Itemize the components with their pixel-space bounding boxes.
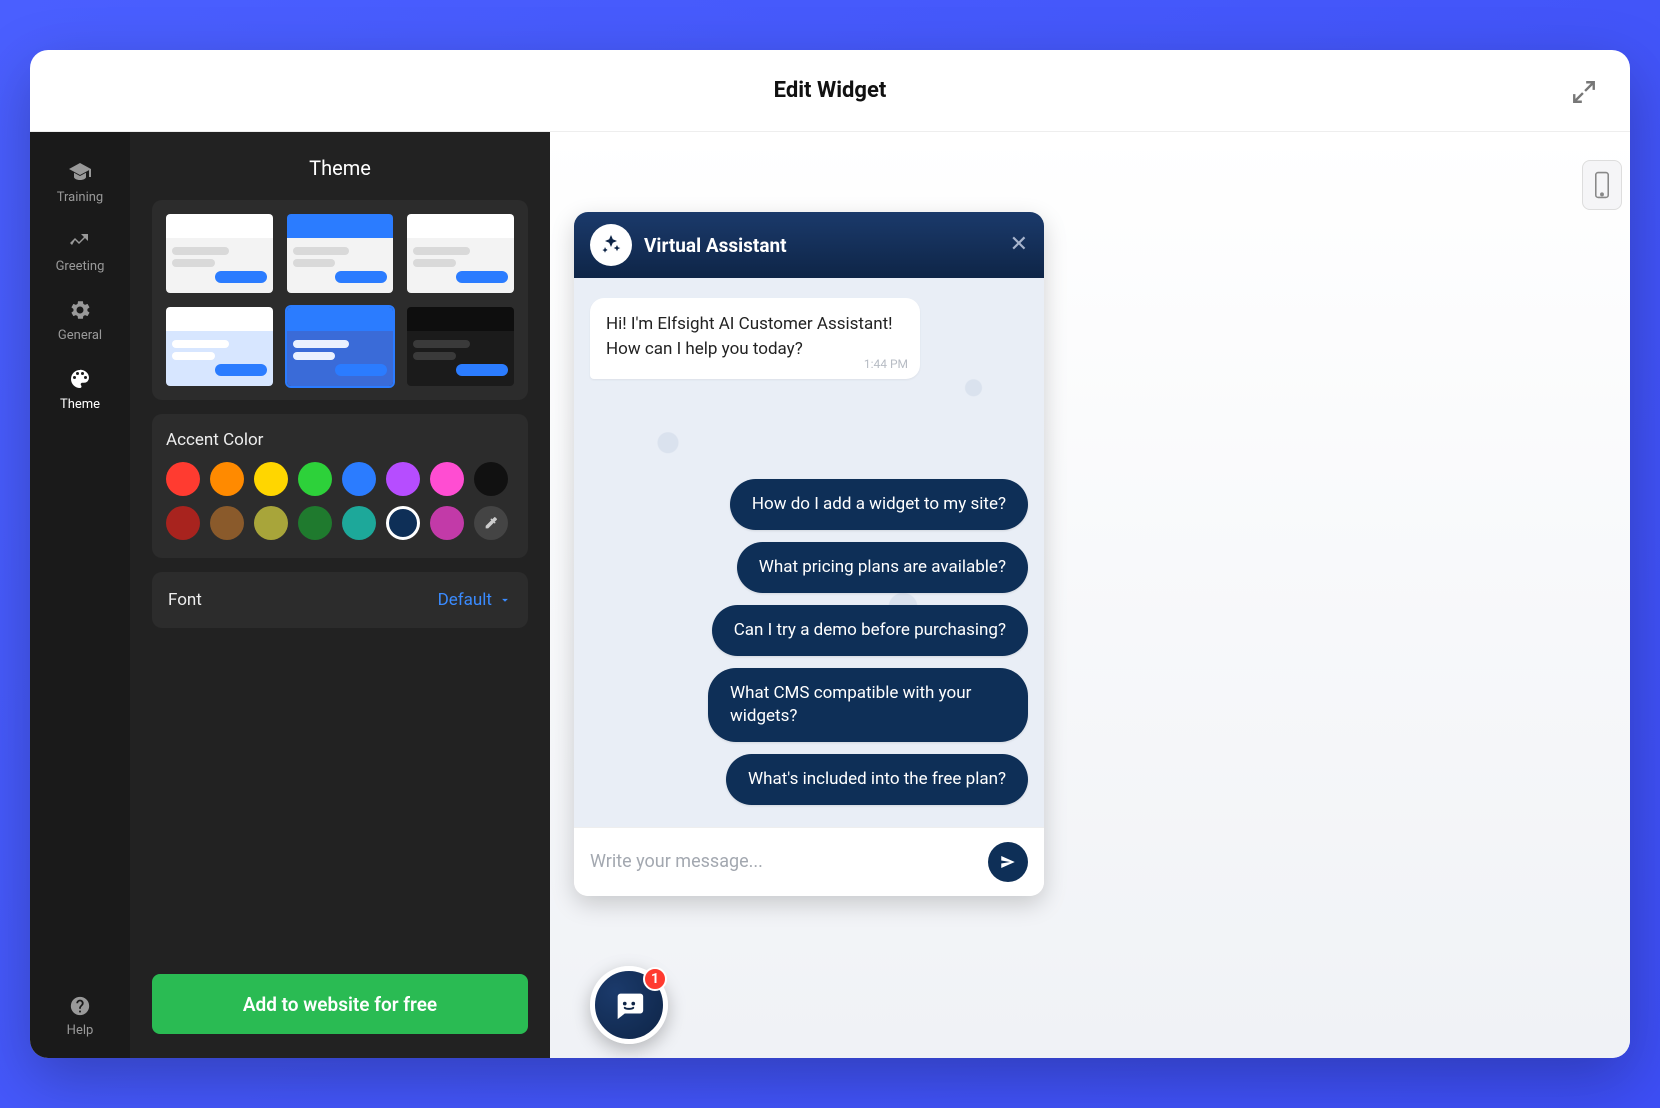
unread-badge: 1 <box>643 967 667 991</box>
font-select[interactable]: Font Default <box>152 572 528 628</box>
chat-widget: Virtual Assistant ✕ Hi! I'm Elfsight AI … <box>574 212 1044 896</box>
color-swatch[interactable] <box>210 506 244 540</box>
graduation-cap-icon <box>68 160 92 184</box>
font-label: Font <box>168 590 202 610</box>
send-button[interactable] <box>988 842 1028 882</box>
device-toggle[interactable] <box>1582 160 1622 210</box>
theme-panel-title: Theme <box>152 150 528 180</box>
color-swatch[interactable] <box>386 506 420 540</box>
add-to-website-button[interactable]: Add to website for free <box>152 974 528 1034</box>
color-swatch[interactable] <box>210 462 244 496</box>
message-time: 1:44 PM <box>864 356 908 373</box>
color-swatch[interactable] <box>342 506 376 540</box>
bot-message: Hi! I'm Elfsight AI Customer Assistant! … <box>590 298 920 379</box>
chat-title: Virtual Assistant <box>644 234 787 257</box>
color-swatch[interactable] <box>430 506 464 540</box>
chat-input-bar <box>574 827 1044 896</box>
color-swatch[interactable] <box>298 506 332 540</box>
color-swatch[interactable] <box>430 462 464 496</box>
color-swatch[interactable] <box>166 506 200 540</box>
accent-color-label: Accent Color <box>166 430 514 450</box>
color-swatch[interactable] <box>254 506 288 540</box>
suggestion-chip[interactable]: Can I try a demo before purchasing? <box>712 605 1028 656</box>
nav-help[interactable]: Help <box>67 995 94 1038</box>
chat-body: Hi! I'm Elfsight AI Customer Assistant! … <box>574 278 1044 827</box>
accent-color-section: Accent Color <box>152 414 528 558</box>
preview-canvas: Virtual Assistant ✕ Hi! I'm Elfsight AI … <box>550 132 1630 1058</box>
color-swatch[interactable] <box>474 462 508 496</box>
page-title: Edit Widget <box>774 78 887 103</box>
chat-icon <box>612 988 646 1022</box>
mobile-icon <box>1592 171 1612 199</box>
nav-item-general[interactable]: General <box>30 286 130 355</box>
gear-icon <box>68 298 92 322</box>
chevron-down-icon <box>498 593 512 607</box>
nav-item-training[interactable]: Training <box>30 148 130 217</box>
sparkle-icon <box>590 224 632 266</box>
expand-icon[interactable] <box>1566 74 1602 110</box>
app-window: Edit Widget Training Greeting General <box>30 50 1630 1058</box>
nav-item-theme[interactable]: Theme <box>30 355 130 424</box>
font-value: Default <box>438 590 512 610</box>
nav-label: Theme <box>60 397 100 412</box>
chat-input[interactable] <box>590 851 976 872</box>
suggestion-chip[interactable]: What CMS compatible with your widgets? <box>708 668 1028 742</box>
main-area: Training Greeting General Theme Help The… <box>30 132 1630 1058</box>
nav-label: General <box>58 328 102 343</box>
color-swatch[interactable] <box>298 462 332 496</box>
color-swatch[interactable] <box>342 462 376 496</box>
suggestion-list: How do I add a widget to my site? What pr… <box>590 479 1028 805</box>
title-bar: Edit Widget <box>30 50 1630 132</box>
palette-icon <box>68 367 92 391</box>
theme-grid <box>152 200 528 400</box>
eyedropper-icon[interactable] <box>474 506 508 540</box>
chat-header: Virtual Assistant ✕ <box>574 212 1044 278</box>
color-swatch[interactable] <box>386 462 420 496</box>
suggestion-chip[interactable]: How do I add a widget to my site? <box>730 479 1028 530</box>
theme-thumbnail[interactable] <box>405 305 516 388</box>
send-icon <box>999 853 1017 871</box>
suggestion-chip[interactable]: What pricing plans are available? <box>737 542 1028 593</box>
theme-thumbnail[interactable] <box>285 305 396 388</box>
wave-icon <box>68 229 92 253</box>
help-icon <box>69 995 91 1017</box>
nav-label: Training <box>57 190 103 205</box>
theme-thumbnail[interactable] <box>164 212 275 295</box>
theme-thumbnail[interactable] <box>285 212 396 295</box>
nav-help-label: Help <box>67 1023 94 1038</box>
chat-launcher[interactable]: 1 <box>590 966 668 1044</box>
theme-thumbnail[interactable] <box>405 212 516 295</box>
theme-panel: Theme Accent Color Font Default Add to w… <box>130 132 550 1058</box>
nav-item-greeting[interactable]: Greeting <box>30 217 130 286</box>
theme-thumbnail[interactable] <box>164 305 275 388</box>
color-swatch[interactable] <box>254 462 288 496</box>
nav-rail: Training Greeting General Theme Help <box>30 132 130 1058</box>
nav-label: Greeting <box>56 259 105 274</box>
close-icon[interactable]: ✕ <box>1010 234 1028 256</box>
color-swatch[interactable] <box>166 462 200 496</box>
suggestion-chip[interactable]: What's included into the free plan? <box>726 754 1028 805</box>
